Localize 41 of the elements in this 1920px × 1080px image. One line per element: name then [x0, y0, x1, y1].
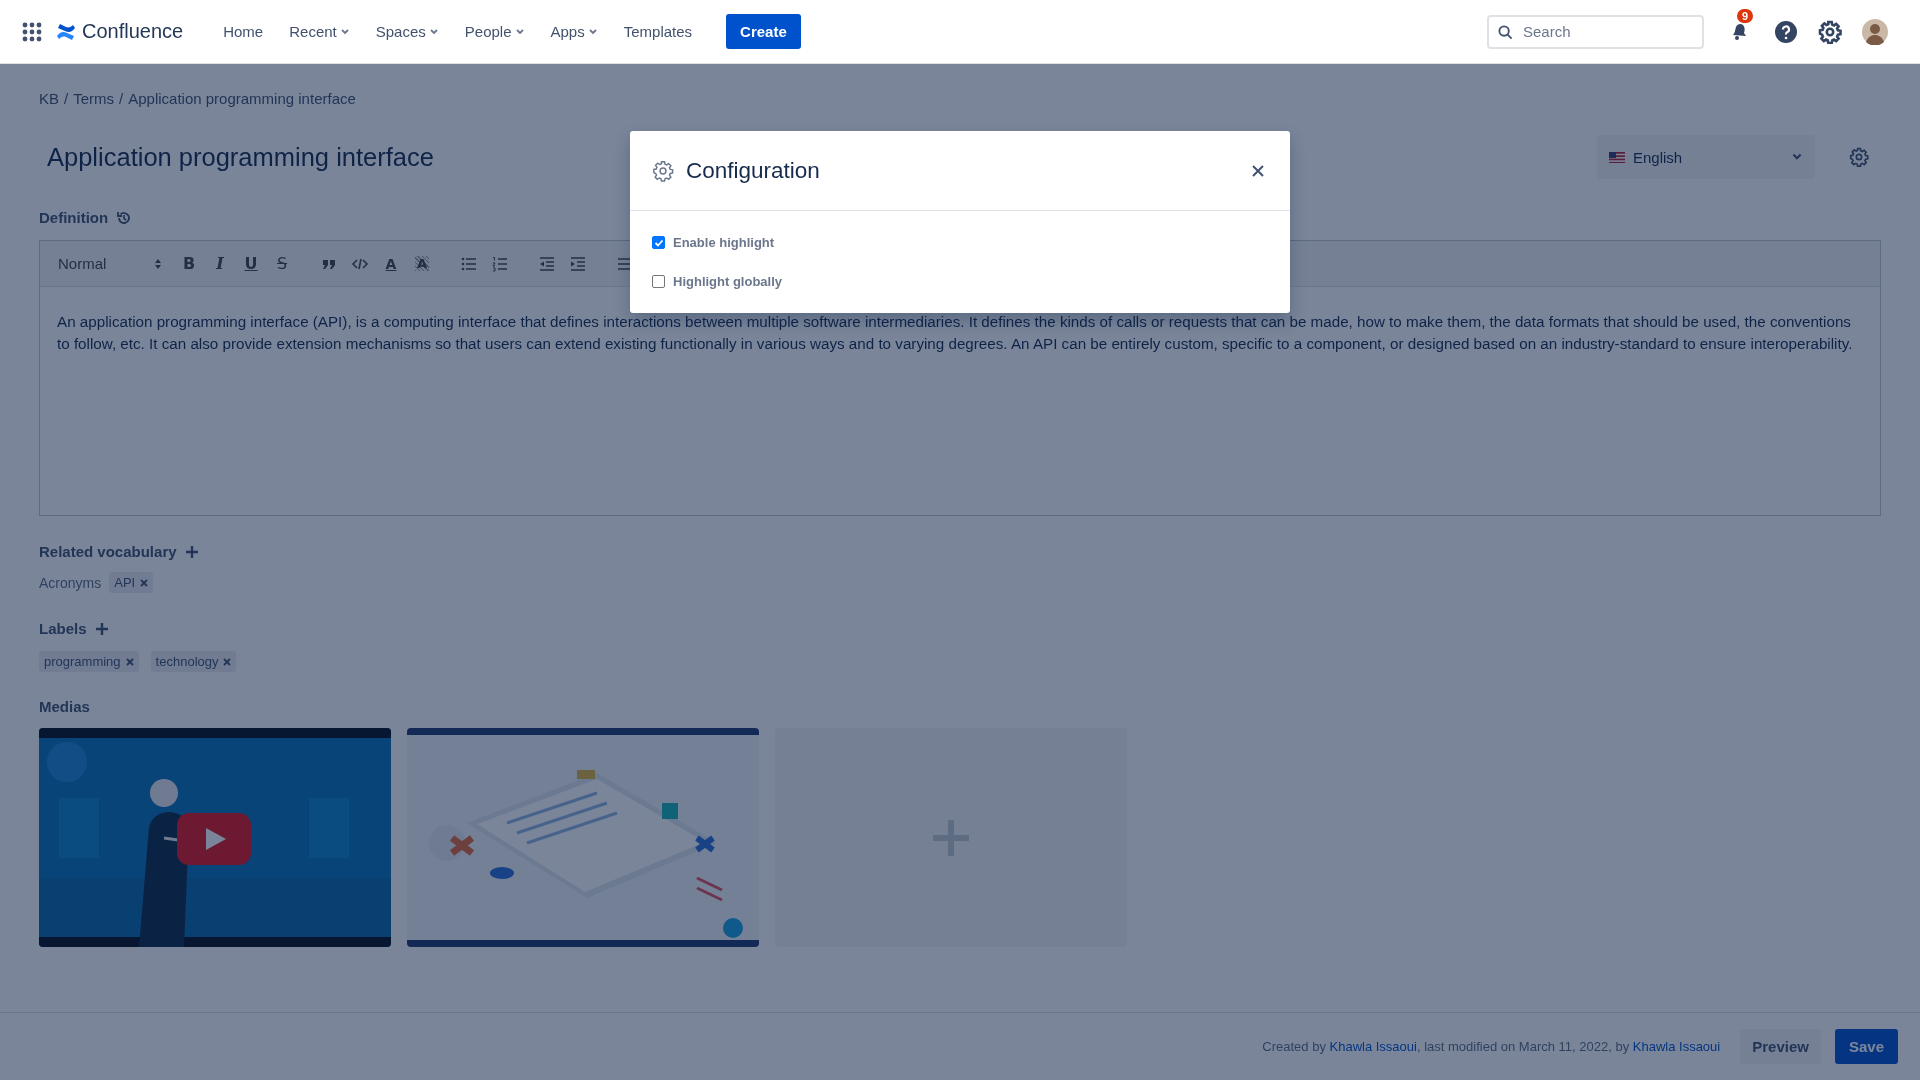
checkbox-label: Highlight globally	[673, 274, 783, 289]
search-field[interactable]: Search	[1487, 14, 1704, 49]
text-color-button[interactable]: A	[381, 253, 401, 274]
definition-text: An application programming interface (API), is a computing interface that defines interactions between multiple software intermediaries. It defines the kinds of calls or requests that can be made, how to make them, the data formats that should be used, the conventions to follow, etc. It can also provide extension mechanisms so that users can extend existing functionally in various ways and to varying degrees. An API can be entirely custom, specific to a component, or designed based on an industry-standard to ensure interoperability.	[57, 312, 1854, 354]
text-style-select[interactable]: Normal	[58, 255, 162, 272]
strikethrough-button[interactable]: S	[272, 253, 292, 274]
nav-menu-item[interactable]: Apps	[540, 17, 608, 46]
tag-label: technology	[155, 654, 219, 669]
vocabulary-type-label: Acronyms	[39, 574, 102, 591]
product-name[interactable]: Confluence	[82, 20, 184, 43]
create-button[interactable]: Create	[726, 14, 801, 49]
italic-button[interactable]: I	[210, 253, 230, 274]
underline-button[interactable]: U	[241, 253, 261, 274]
tag-label: programming	[44, 654, 121, 669]
author-link[interactable]: Khawla Issaoui	[1329, 1039, 1417, 1054]
breadcrumb-separator: /	[64, 90, 69, 107]
preview-button[interactable]: Preview	[1740, 1029, 1821, 1064]
breadcrumb-link[interactable]: KB	[39, 90, 59, 107]
section-label: Labels	[39, 620, 87, 637]
page-title: Application programming interface	[47, 142, 434, 172]
nav-menu-item[interactable]: Home	[213, 17, 274, 46]
page-metadata: Created by Khawla Issaoui, last modified on March 11, 2022, by Khawla Issaoui	[1262, 1039, 1721, 1054]
language-select[interactable]: English	[1597, 135, 1815, 179]
background-color-button[interactable]: A	[412, 253, 432, 274]
breadcrumb-separator: /	[119, 90, 124, 107]
nav-menu-item[interactable]: Recent	[279, 17, 360, 46]
nav-menu-item[interactable]: Templates	[613, 17, 703, 46]
tag-label: API	[114, 575, 136, 590]
checkbox-label: Enable highlight	[673, 235, 775, 250]
bold-button[interactable]: B	[179, 253, 199, 274]
breadcrumb-link[interactable]: Application programming interface	[128, 90, 356, 107]
notification-count: 9	[1737, 8, 1754, 23]
save-button[interactable]: Save	[1834, 1029, 1898, 1064]
section-label: Definition	[39, 209, 109, 226]
breadcrumb-link[interactable]: Terms	[73, 90, 115, 107]
nav-menu-item[interactable]: Spaces	[365, 17, 449, 46]
nav-menu-item[interactable]: People	[454, 17, 535, 46]
section-label: Related vocabulary	[39, 543, 177, 560]
dialog-title: Configuration	[686, 157, 821, 184]
section-label: Medias	[39, 698, 90, 715]
author-link[interactable]: Khawla Issaoui	[1632, 1039, 1721, 1054]
